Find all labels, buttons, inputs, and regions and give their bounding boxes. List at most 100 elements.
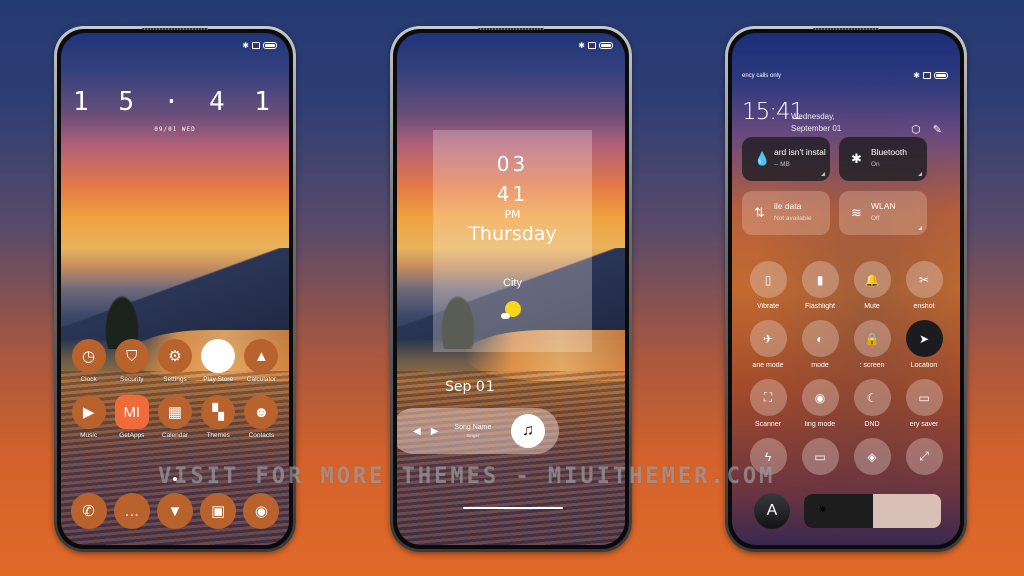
battery-icon [263,42,277,49]
getapps-icon: MI [114,395,149,429]
music-note-icon[interactable]: ♫ [511,414,545,448]
battery-icon [599,42,613,49]
bluetooth-icon: ✱ [242,41,249,50]
dock-item[interactable]: … [110,493,153,529]
minute-label: 41 [496,182,529,206]
lock-icon: 🔒 [853,320,891,357]
app-label: Security [120,376,144,383]
brightness-fill [804,494,873,528]
dark-mode-icon: ◐ [801,320,839,357]
previous-track-icon[interactable]: ◀ [413,426,421,437]
toggle-flashlight[interactable]: ▮ Flashlight [794,261,846,310]
vibrate-icon: ▯ [749,261,787,298]
clock-widget[interactable]: 1 5 · 4 1 [61,87,289,117]
toggle-grid: ▯ Vibrate ▮ Flashlight 🔔 Mute ✂ enshot ✈ ane mode… [742,261,950,480]
toggle-location[interactable]: ➤ Location [898,320,950,369]
toggle-scanner[interactable]: ⛶ Scanner [742,379,794,428]
full-date-label: September 01 [791,124,842,133]
dock-item[interactable]: ✆ [67,493,110,529]
messages-icon: … [113,493,150,529]
toggle-label: Flashlight [805,303,835,310]
quick-tile[interactable]: ⇅ ile data Not available [742,191,830,235]
dock-item[interactable]: ▣ [197,493,240,529]
ampm-label: PM [504,208,521,221]
home-indicator[interactable] [463,507,563,509]
phone-icon: ✆ [70,493,107,529]
themes-icon: ▚ [201,395,236,429]
app-play-store[interactable]: ▶ Play Store [197,339,240,383]
settings-icon[interactable]: ⬡ [911,123,921,136]
bluetooth-icon: ✱ [578,41,585,50]
expand-corner-icon [918,226,922,230]
date-label: 09/01 WED [154,126,196,133]
toggle-dark-mode[interactable]: ◐ mode [794,320,846,369]
app-contacts[interactable]: ☻ Contacts [240,395,283,439]
gear-icon: ⚙ [157,339,192,373]
app-label: Calculator [246,376,277,383]
bluetooth-icon: ✱ [913,71,920,80]
toggle-vibrate[interactable]: ▯ Vibrate [742,261,794,310]
app-security[interactable]: ⛉ Security [110,339,153,383]
toggle-airplane[interactable]: ✈ ane mode [742,320,794,369]
toggle-label: ane mode [752,362,784,369]
city-label: City [503,277,522,289]
dock-item[interactable]: ◉ [240,493,283,529]
calculator-icon: ▲ [244,339,279,373]
app-themes[interactable]: ▚ Themes [197,395,240,439]
toggle-label: ery saver [909,421,939,428]
app-label: Music [80,432,98,439]
app-calculator[interactable]: ▲ Calculator [240,339,283,383]
tile-status: -- MB [774,161,790,168]
gallery-icon: ▣ [200,493,237,529]
expand-corner-icon [918,172,922,176]
tile-status: Not available [774,215,812,222]
hour-label: 03 [496,152,529,176]
app-music[interactable]: ▶ Music [67,395,110,439]
toggle-moon[interactable]: ☾ DND [846,379,898,428]
quick-tile[interactable]: ✱ Bluetooth On [839,137,927,181]
app-settings[interactable]: ⚙ Settings [153,339,196,383]
song-name: Song Name [454,424,492,431]
tile-status: On [871,161,880,168]
auto-brightness-button[interactable]: A [754,493,790,529]
app-grid: ◷ Clock ⛉ Security ⚙ Settings ▶ Play Store ▲ Calc… [67,339,283,439]
bell-icon: 🔔 [853,261,891,298]
app-label: GetApps [119,432,145,439]
eye-icon: ◉ [801,379,839,416]
battery-saver-icon: ▭ [905,379,943,416]
scanner-icon: ⛶ [749,379,787,416]
tile-title: Bluetooth [871,147,907,157]
toggle-bell[interactable]: 🔔 Mute [846,261,898,310]
app-getapps[interactable]: MI GetApps [110,395,153,439]
app-clock[interactable]: ◷ Clock [67,339,110,383]
next-track-icon[interactable]: ▶ [431,426,439,437]
toggle-eye[interactable]: ◉ ling mode [794,379,846,428]
watermark-text: VISIT FOR MORE THEMES - MIUITHEMER.COM [158,464,776,489]
quick-tile[interactable]: ≋ WLAN Off [839,191,927,235]
app-calendar[interactable]: ▦ Calendar [153,395,196,439]
brightness-slider[interactable]: ✷ [804,494,941,528]
nearby-share-icon: ◈ [853,438,891,475]
status-bar: ✱ [242,41,277,50]
toggle-battery-saver[interactable]: ▭ ery saver [898,379,950,428]
toggle-label: enshot [913,303,935,310]
speaker-grille [478,28,544,30]
sim-icon [252,42,260,49]
toggle-screenshot[interactable]: ✂ enshot [898,261,950,310]
tile-icon: ≋ [851,205,862,220]
flashlight-icon: ▮ [801,261,839,298]
clock-weather-widget[interactable]: 03 41 PM Thursday City [433,130,592,352]
toggle-lock[interactable]: 🔒: screen [846,320,898,369]
toggle-resize[interactable]: ⤢ [898,438,950,480]
quick-tile[interactable]: 💧ard isn't installed -- MB [742,137,830,181]
speaker-grille [813,28,879,30]
edit-icon[interactable]: ✎ [933,123,942,136]
toggle-label: Mute [864,303,880,310]
status-bar: ✱ [578,41,613,50]
dock-item[interactable]: ▼ [153,493,196,529]
date-label: Sep 01 [445,379,496,395]
weekday-label: Wednesday, [791,112,835,121]
resize-icon: ⤢ [905,438,943,475]
date-label: Wednesday, September 01 [791,111,841,135]
tile-title: ile data [774,201,802,211]
